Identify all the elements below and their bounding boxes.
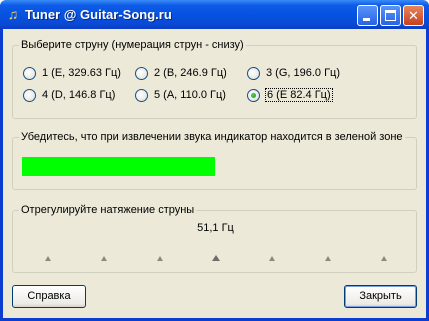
string-4-radio[interactable]: 4 (D, 146.8 Гц) [23, 88, 116, 102]
radio-circle-icon [135, 66, 148, 80]
tuner-window: ♫ Tuner @ Guitar-Song.ru ✕ Выберите стру… [0, 0, 429, 321]
string-6-label: 6 (E 82.4 Гц) [265, 88, 333, 102]
client-area: Выберите струну (нумерация струн - снизу… [3, 29, 426, 318]
radio-circle-icon [247, 66, 260, 80]
green-zone-indicator [22, 157, 215, 176]
music-note-icon: ♫ [7, 6, 19, 22]
close-button[interactable]: Закрыть [344, 285, 417, 308]
indicator-legend: Убедитесь, что при извлечении звука инди… [19, 131, 405, 143]
string-3-radio[interactable]: 3 (G, 196.0 Гц) [247, 66, 341, 80]
maximize-icon [385, 10, 396, 21]
string-5-label: 5 (A, 110.0 Гц) [154, 89, 226, 101]
tension-legend: Отрегулируйте натяжение струны [19, 204, 197, 216]
radio-circle-icon [23, 88, 36, 102]
window-title: Tuner @ Guitar-Song.ru [25, 7, 172, 22]
string-2-radio[interactable]: 2 (B, 246.9 Гц) [135, 66, 228, 80]
tension-tick [101, 256, 107, 261]
minimize-button[interactable] [357, 5, 378, 26]
maximize-button[interactable] [380, 5, 401, 26]
title-bar[interactable]: ♫ Tuner @ Guitar-Song.ru ✕ [0, 0, 429, 29]
radio-circle-icon [135, 88, 148, 102]
frequency-readout: 51,1 Гц [197, 222, 234, 234]
string-select-legend: Выберите струну (нумерация струн - снизу… [19, 39, 246, 51]
tension-tick [45, 256, 51, 261]
string-5-radio[interactable]: 5 (A, 110.0 Гц) [135, 88, 227, 102]
tension-tick-active [212, 255, 220, 261]
string-2-label: 2 (B, 246.9 Гц) [154, 67, 227, 79]
tension-tick [325, 256, 331, 261]
string-1-label: 1 (E, 329.63 Гц) [42, 67, 121, 79]
minimize-icon [363, 18, 370, 21]
string-6-radio[interactable]: 6 (E 82.4 Гц) [247, 88, 333, 102]
radio-selected-icon [247, 88, 260, 102]
string-select-group: Выберите струну (нумерация струн - снизу… [12, 39, 417, 119]
radio-circle-icon [23, 66, 36, 80]
tension-tick [269, 256, 275, 261]
tension-tick [381, 256, 387, 261]
indicator-group: Убедитесь, что при извлечении звука инди… [12, 131, 417, 190]
string-1-radio[interactable]: 1 (E, 329.63 Гц) [23, 66, 122, 80]
help-button[interactable]: Справка [12, 285, 86, 308]
string-4-label: 4 (D, 146.8 Гц) [42, 89, 116, 101]
string-3-label: 3 (G, 196.0 Гц) [266, 67, 341, 79]
close-window-button[interactable]: ✕ [403, 5, 424, 26]
tension-group: Отрегулируйте натяжение струны 51,1 Гц [12, 204, 417, 273]
tension-tick [157, 256, 163, 261]
close-icon: ✕ [408, 8, 419, 23]
